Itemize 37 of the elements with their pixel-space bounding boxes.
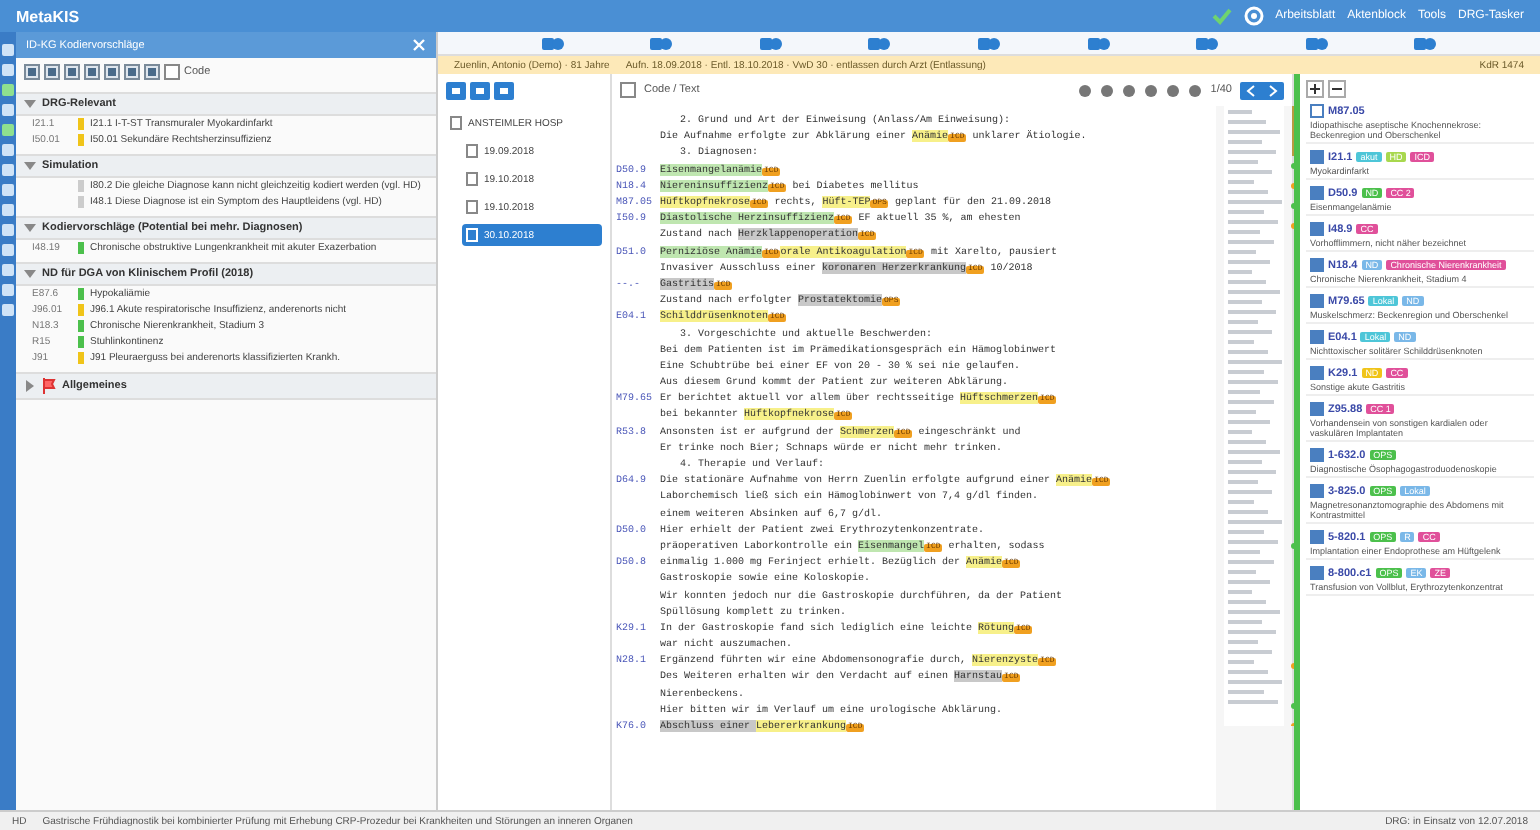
- document-tab-icon[interactable]: [1087, 35, 1109, 51]
- checkbox[interactable]: [1310, 530, 1324, 544]
- flag-icon: [42, 378, 56, 394]
- add-icon[interactable]: [1306, 80, 1324, 98]
- collapse-icon[interactable]: [24, 222, 36, 234]
- document-tab-icon[interactable]: [650, 35, 673, 51]
- document-tab-icon[interactable]: [977, 35, 1000, 51]
- app-title: MetaKIS: [16, 7, 80, 25]
- checkbox[interactable]: [620, 82, 636, 98]
- checkbox[interactable]: [1310, 150, 1324, 164]
- settings-icon[interactable]: [1243, 6, 1264, 26]
- checkbox[interactable]: [1310, 294, 1324, 308]
- checkbox[interactable]: [1310, 448, 1324, 462]
- document-tab-icon[interactable]: [541, 35, 564, 51]
- checkbox[interactable]: [1310, 402, 1324, 416]
- checkbox[interactable]: [1310, 566, 1324, 580]
- checkbox[interactable]: [1310, 366, 1324, 380]
- close-icon[interactable]: [412, 38, 426, 52]
- remove-icon[interactable]: [1328, 80, 1346, 98]
- checkbox[interactable]: [1310, 330, 1324, 344]
- check-icon: [1211, 6, 1232, 26]
- document-tab-icon[interactable]: [759, 35, 782, 51]
- document-tab-icon[interactable]: [1196, 35, 1219, 51]
- document-tab-icon[interactable]: [868, 35, 891, 51]
- checkbox[interactable]: [1310, 484, 1324, 498]
- navigation-icon[interactable]: [1240, 81, 1284, 99]
- document-tab-icon[interactable]: [1305, 35, 1328, 51]
- checkbox[interactable]: [1310, 222, 1324, 236]
- document-tab-icon[interactable]: [1414, 35, 1437, 51]
- checkbox[interactable]: [1310, 186, 1324, 200]
- checkbox[interactable]: [1310, 104, 1324, 118]
- checkbox[interactable]: [164, 64, 180, 80]
- collapse-icon[interactable]: [24, 98, 36, 110]
- expand-icon[interactable]: [24, 380, 36, 392]
- collapse-icon[interactable]: [24, 268, 36, 280]
- checkbox[interactable]: [1310, 258, 1324, 272]
- collapse-icon[interactable]: [24, 160, 36, 172]
